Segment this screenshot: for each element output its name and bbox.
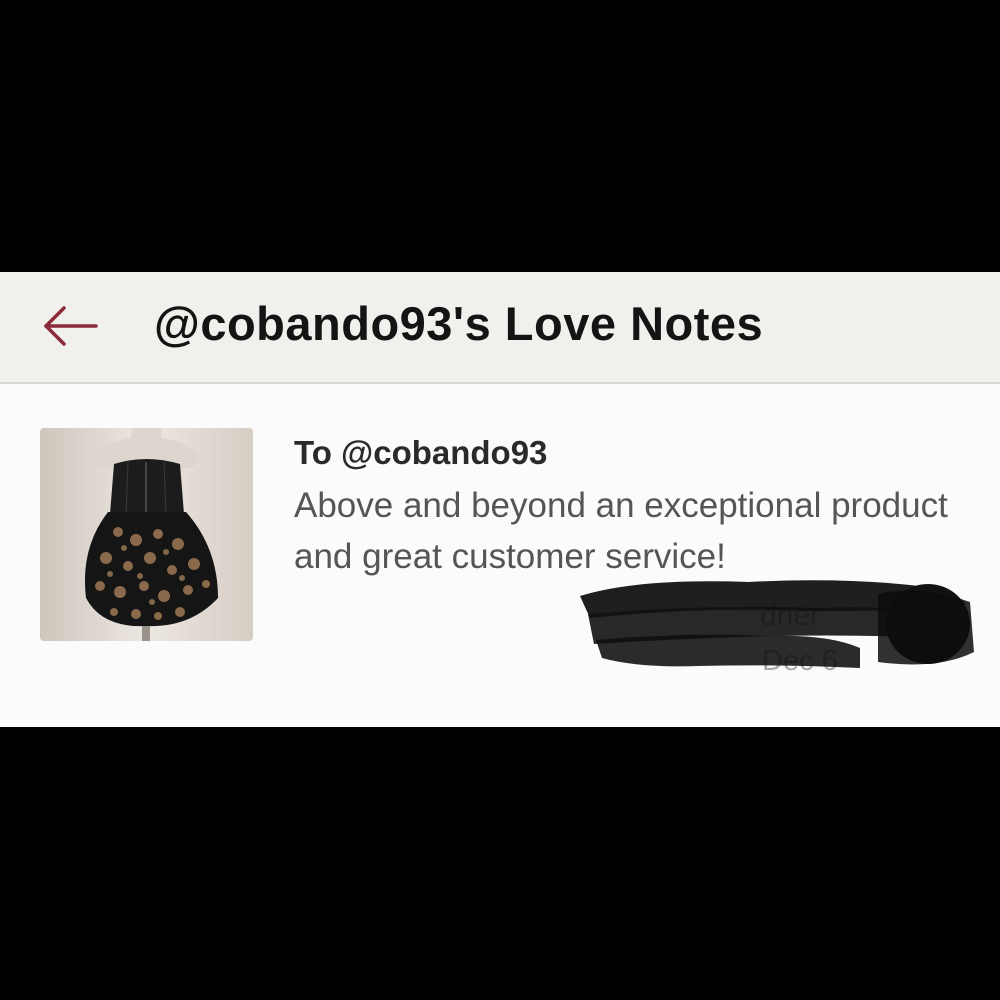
letterbox-top	[0, 0, 1000, 272]
love-notes-screen: @cobando93's Love Notes To @cobando93 Ab…	[0, 272, 1000, 727]
page-title: @cobando93's Love Notes	[154, 297, 764, 350]
listing-thumbnail[interactable]	[40, 428, 253, 641]
arrow-left-icon	[44, 306, 98, 346]
back-button[interactable]	[38, 300, 104, 356]
note-signer-name[interactable]: dner	[760, 599, 820, 633]
header-bar: @cobando93's Love Notes	[0, 272, 1000, 384]
screenshot-frame: @cobando93's Love Notes To @cobando93 Ab…	[0, 0, 1000, 1000]
note-date: Dec 6	[762, 645, 838, 677]
dress-photo	[40, 428, 253, 641]
note-message: Above and beyond an exceptional product …	[294, 486, 948, 576]
note-recipient: To @cobando93	[294, 434, 548, 471]
love-note-item: To @cobando93 Above and beyond an except…	[0, 384, 1000, 727]
letterbox-bottom	[0, 727, 1000, 1000]
